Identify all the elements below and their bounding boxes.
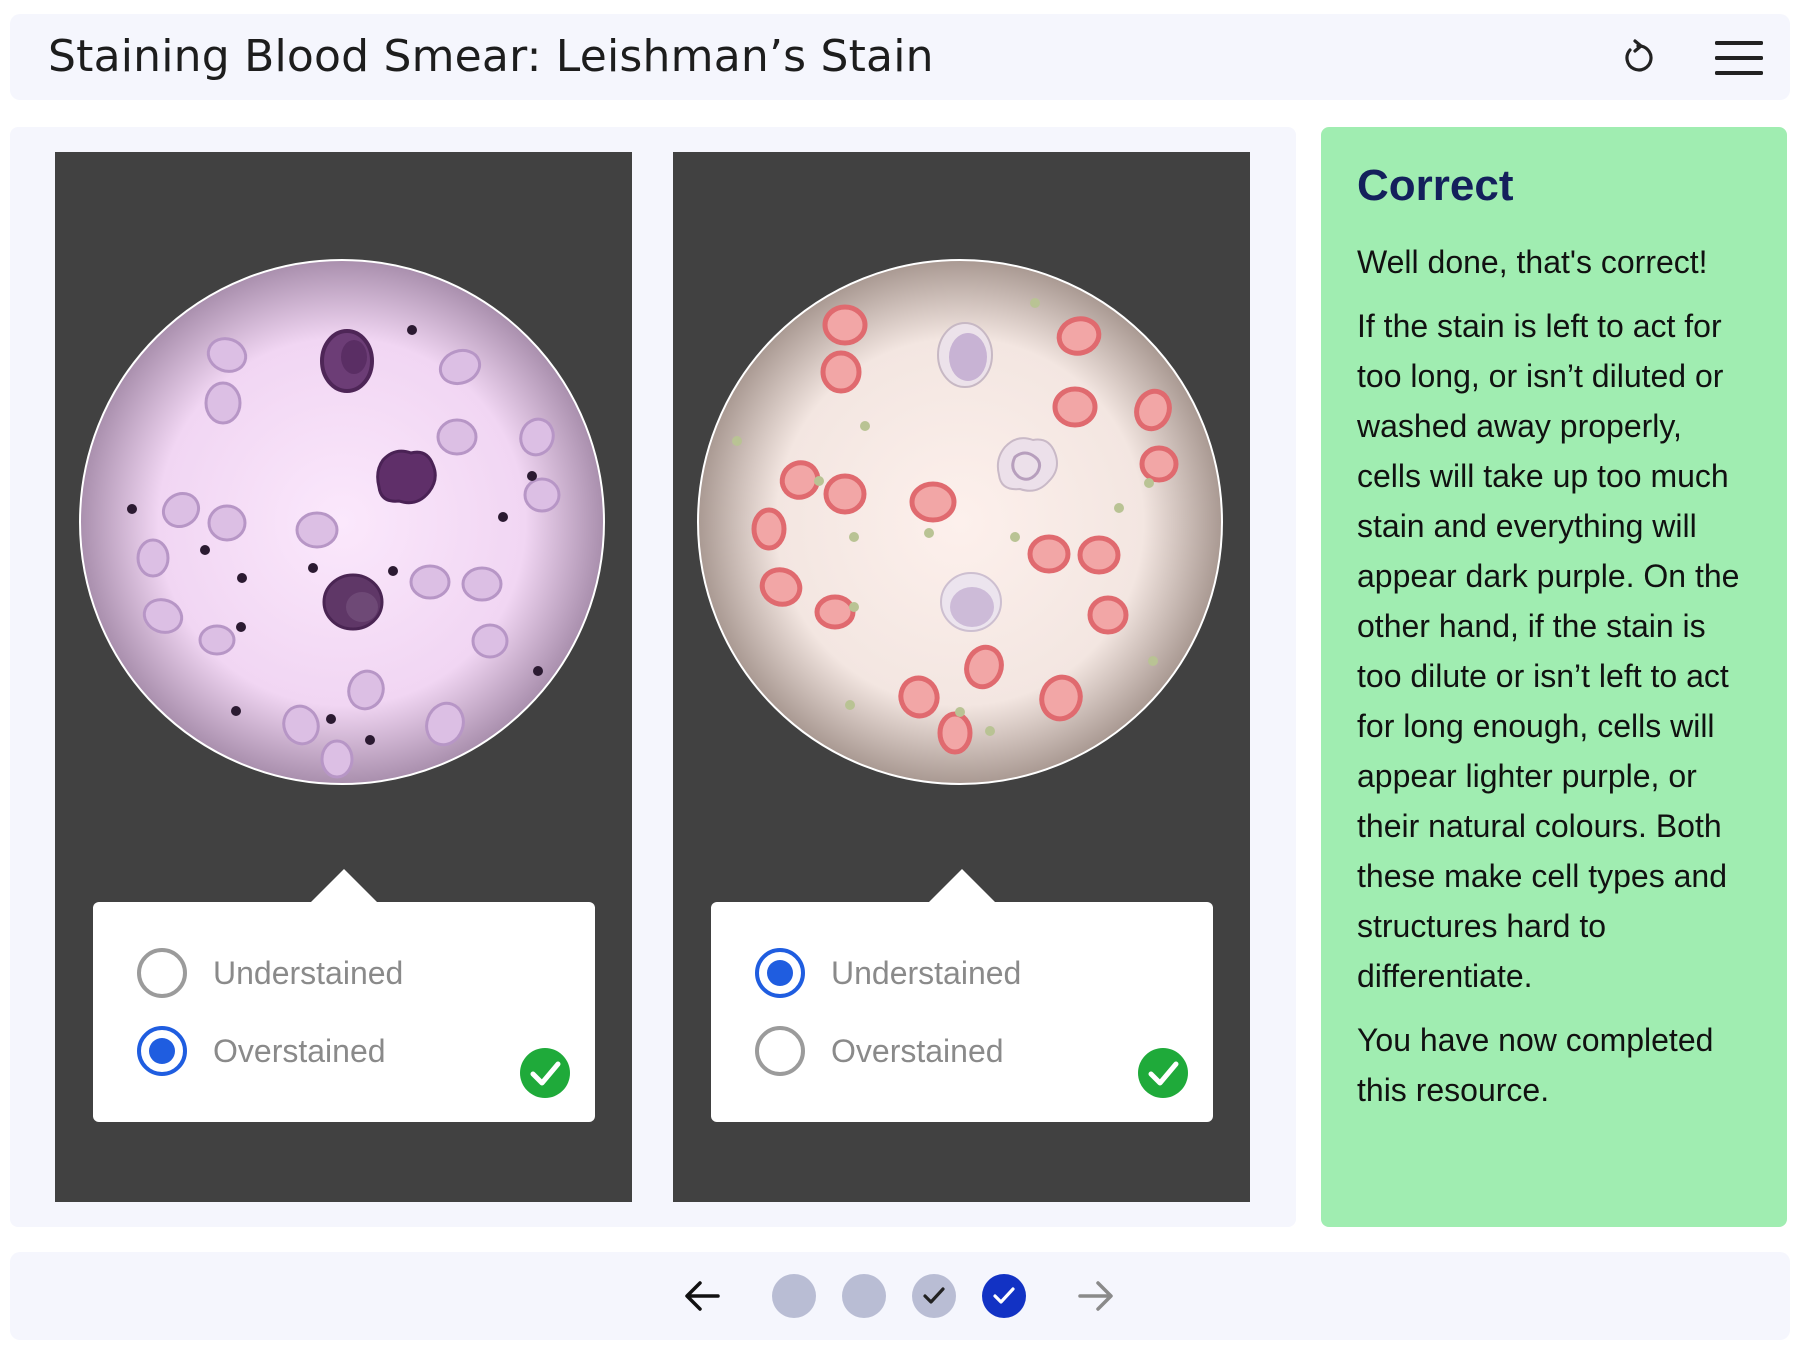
option-label: Overstained — [831, 1032, 1004, 1069]
feedback-paragraph: You have now completed this resource. — [1357, 1022, 1714, 1108]
correct-check-icon — [520, 1048, 570, 1098]
arrow-left-icon — [685, 1281, 720, 1311]
arrow-right-icon — [1078, 1281, 1113, 1311]
answer-card-1: Understained Overstained — [93, 869, 595, 1122]
radio-overstained[interactable] — [755, 1026, 805, 1076]
check-icon — [993, 1287, 1015, 1304]
radio-overstained[interactable] — [137, 1026, 187, 1076]
next-button[interactable] — [1072, 1272, 1120, 1320]
overstained-blood-smear — [79, 259, 605, 785]
page-dot-2[interactable] — [842, 1274, 886, 1318]
smear-panel-1: Understained Overstained — [55, 152, 632, 1202]
header-bar: Staining Blood Smear: Leishman’s Stain — [10, 14, 1790, 100]
option-label: Understained — [831, 954, 1022, 991]
understained-blood-smear — [697, 259, 1223, 785]
hamburger-menu-icon — [1715, 41, 1763, 75]
option-overstained[interactable]: Overstained — [137, 1026, 386, 1076]
page-dot-3[interactable] — [912, 1274, 956, 1318]
option-overstained[interactable]: Overstained — [755, 1026, 1004, 1076]
feedback-paragraph: If the stain is left to act for too long… — [1357, 308, 1740, 994]
option-label: Understained — [213, 954, 404, 991]
page-dot-1[interactable] — [772, 1274, 816, 1318]
feedback-title: Correct — [1357, 161, 1514, 210]
smear-panel-2: Understained Overstained — [673, 152, 1250, 1202]
correct-check-icon — [1138, 1048, 1188, 1098]
option-understained[interactable]: Understained — [755, 948, 1021, 998]
footer-navigation — [10, 1252, 1790, 1340]
feedback-panel: Correct Well done, that's correct! If th… — [1321, 127, 1787, 1227]
reset-icon — [1625, 39, 1653, 72]
check-icon — [923, 1287, 945, 1304]
radio-understained[interactable] — [137, 948, 187, 998]
menu-button[interactable] — [1706, 30, 1772, 86]
feedback-paragraph: Well done, that's correct! — [1357, 244, 1708, 280]
answer-card-2: Understained Overstained — [711, 869, 1213, 1122]
option-understained[interactable]: Understained — [137, 948, 403, 998]
question-area: Understained Overstained Understained Ov… — [10, 127, 1296, 1227]
page-title: Staining Blood Smear: Leishman’s Stain — [48, 31, 934, 82]
page-dot-4-current[interactable] — [982, 1274, 1026, 1318]
option-label: Overstained — [213, 1032, 386, 1069]
previous-button[interactable] — [678, 1272, 726, 1320]
radio-understained[interactable] — [755, 948, 805, 998]
reset-button[interactable] — [1610, 30, 1666, 86]
